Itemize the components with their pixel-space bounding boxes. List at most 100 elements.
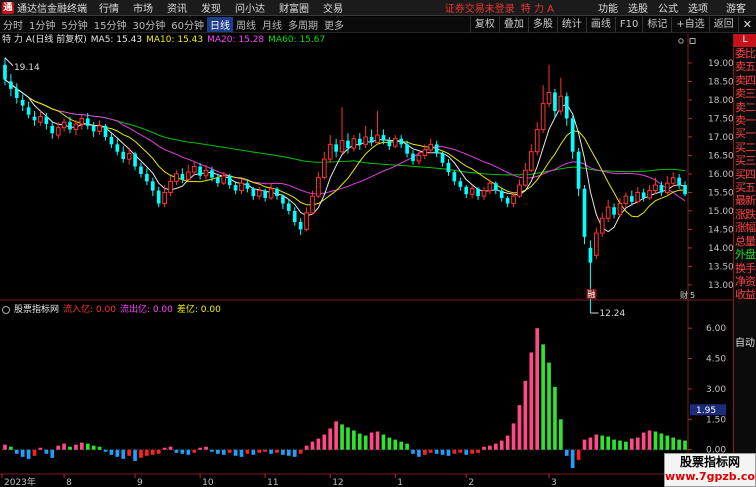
indicator-bar	[210, 449, 214, 452]
time-tick-label: 1	[397, 478, 403, 487]
candle-body	[126, 153, 132, 160]
indicator-bar	[251, 449, 256, 455]
menu-item-zixun[interactable]: 资讯	[167, 0, 187, 15]
candle-body	[416, 154, 422, 162]
menu-item-jiaoyi[interactable]: 交易	[323, 0, 343, 15]
candle-body	[97, 125, 102, 132]
period-60min[interactable]: 60分钟	[168, 17, 207, 32]
candle-body	[599, 217, 605, 234]
candle-body	[553, 92, 557, 112]
indicator-bar	[68, 446, 72, 450]
indicator-bar	[452, 449, 457, 454]
indicator-name[interactable]: 股票指标网	[14, 305, 59, 316]
fuquan-button[interactable]: 复权	[469, 16, 499, 33]
indicator-bar	[511, 423, 516, 450]
menu-item-caifuquan[interactable]: 财富圈	[279, 0, 309, 15]
side-panel-items: 委比 卖五 卖四 卖三 卖二 卖一 买一 买二 买三 买四 买五 最新 涨跌 涨幅 总量 外盘 换手 净资 收益	[734, 47, 756, 302]
indicator-bar	[174, 449, 179, 453]
time-tick-label: 2	[468, 478, 474, 487]
draw-line-button[interactable]: 画线	[585, 16, 615, 33]
menu-item-wenxiaoda[interactable]: 问小达	[235, 0, 265, 15]
indicator-bar	[499, 440, 504, 450]
candle-body	[458, 181, 463, 187]
candle-body	[38, 116, 43, 123]
menu-item-gongneng[interactable]: 功能	[598, 0, 618, 15]
menu-item-faxian[interactable]: 发现	[201, 0, 221, 15]
indicator-bar	[440, 449, 445, 455]
indicator-bar	[357, 433, 362, 450]
candle-body	[221, 175, 227, 184]
candle-body	[79, 117, 85, 125]
kline-chart[interactable]: 19.0018.5018.0017.5017.0016.5016.0015.50…	[0, 34, 733, 487]
candle-body	[9, 81, 13, 89]
indicator-bar	[275, 449, 279, 453]
statistics-button[interactable]: 统计	[556, 16, 586, 33]
f10-button[interactable]: F10	[614, 16, 642, 33]
menu-item-xuanxiang[interactable]: 选项	[688, 0, 708, 15]
side-item: 卖三	[735, 87, 756, 101]
period-30min[interactable]: 30分钟	[129, 17, 168, 32]
candle-body	[210, 170, 214, 178]
indicator-bar	[446, 449, 451, 456]
period-weekly[interactable]: 周线	[233, 17, 259, 32]
price-tick-label: 19.00	[708, 59, 733, 69]
candle-body	[493, 183, 498, 191]
candle-body	[334, 144, 338, 152]
indicator-bar	[50, 449, 55, 458]
side-item: 涨幅	[735, 221, 756, 235]
back-button[interactable]: 返回	[708, 16, 738, 33]
indicator-bar	[198, 447, 202, 450]
indicator-bar	[352, 430, 356, 450]
candle-body	[523, 169, 528, 186]
period-daily[interactable]: 日线	[206, 17, 233, 32]
period-5min[interactable]: 5分钟	[58, 17, 90, 32]
period-15min[interactable]: 15分钟	[91, 17, 130, 32]
period-1min[interactable]: 1分钟	[26, 17, 58, 32]
multi-stock-button[interactable]: 多股	[527, 16, 557, 33]
candle-body	[653, 184, 658, 192]
candle-body	[139, 166, 143, 174]
price-tick-label: 16.50	[708, 151, 733, 161]
period-fenshi[interactable]: 分时	[0, 17, 26, 32]
menu-item-gongshi[interactable]: 公式	[658, 0, 678, 15]
candle-body	[168, 180, 173, 193]
candle-body	[233, 185, 238, 191]
side-indicator-label[interactable]: 自动	[734, 334, 756, 349]
menu-item-xuangu[interactable]: 选股	[628, 0, 648, 15]
login-status[interactable]: 证券交易未登录	[445, 0, 515, 15]
add-favorite-button[interactable]: +自选	[671, 16, 708, 33]
candle-body	[256, 190, 262, 197]
side-item: 委比	[735, 47, 756, 60]
period-monthly[interactable]: 月线	[259, 17, 285, 32]
indicator-settings-icon[interactable]	[2, 306, 10, 314]
price-tick-label: 15.00	[708, 207, 733, 217]
menu-item-shichang[interactable]: 市场	[133, 0, 153, 15]
menu-item-youke[interactable]: 游客	[726, 0, 746, 15]
candle-body	[14, 88, 19, 99]
indicator-bar	[576, 449, 581, 460]
indicator-bar	[3, 444, 7, 450]
candle-body	[635, 191, 641, 203]
indicator-bar	[109, 449, 114, 455]
period-multi[interactable]: 多周期	[285, 17, 321, 32]
side-item: 外盘	[735, 248, 756, 262]
indicator-bar	[505, 435, 510, 450]
side-panel-tab[interactable]: L	[734, 34, 756, 47]
indicator-legend: 股票指标网 流入亿: 0.00 流出亿: 0.00 差亿: 0.00	[2, 305, 221, 316]
indicator-bar	[97, 446, 102, 450]
overlay-button[interactable]: 叠加	[498, 16, 528, 33]
candle-body	[281, 196, 285, 204]
close-icon[interactable]: ✕	[737, 16, 756, 33]
indicator-bar	[624, 441, 628, 450]
indicator-bar	[227, 449, 232, 453]
candle-body	[375, 134, 380, 143]
side-item: 买三	[735, 154, 756, 168]
menu-item-hangqing[interactable]: 行情	[99, 0, 119, 15]
mark-button[interactable]: 标记	[642, 16, 671, 33]
candle-body	[109, 136, 114, 145]
ma5-value: MA5: 15.43	[90, 35, 143, 45]
candle-body	[321, 158, 327, 179]
indicator-bar	[529, 352, 534, 450]
price-tick-label: 13.50	[708, 262, 733, 272]
period-more[interactable]: 更多	[321, 17, 347, 32]
